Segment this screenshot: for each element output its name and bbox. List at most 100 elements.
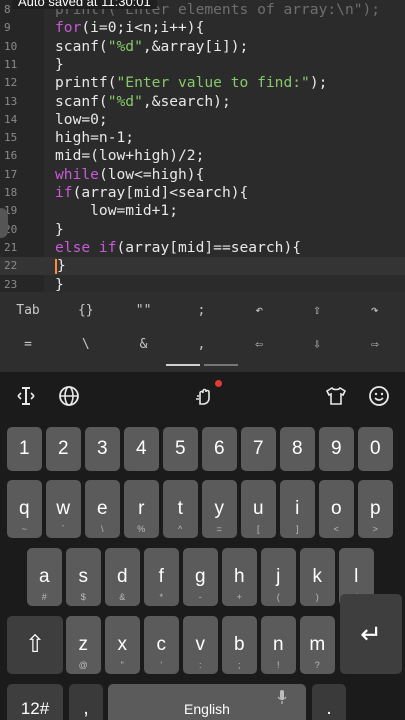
key-t[interactable]: t ^ <box>163 480 198 538</box>
code-line[interactable]: 16 mid=(low+high)/2; <box>0 147 405 165</box>
code-line[interactable]: 12 printf("Enter value to find:"); <box>0 74 405 92</box>
editor-scroll-handle[interactable] <box>0 208 8 238</box>
key-0[interactable]: 0 <box>358 427 393 471</box>
key-g[interactable]: g- <box>183 548 218 606</box>
code-token: (array[mid]<search){ <box>72 184 249 201</box>
symbol-key[interactable]: ⇨ <box>347 330 403 360</box>
key-label: 6 <box>213 438 225 459</box>
symbol-key[interactable]: ⇩ <box>289 330 345 360</box>
code-line[interactable]: 14 low=0; <box>0 111 405 129</box>
line-number: 15 <box>4 131 18 145</box>
key-f[interactable]: f * <box>144 548 179 606</box>
key-label: 0 <box>369 438 381 459</box>
key-x[interactable]: x " <box>105 616 140 674</box>
key-o[interactable]: o < <box>319 480 354 538</box>
code-editor[interactable]: 8 printf("Enter elements of array:\n"); 9 f… <box>0 0 405 292</box>
code-token: mid=(low+high)/2; <box>55 147 205 165</box>
key-label: 3 <box>96 438 108 459</box>
code-line[interactable]: 19 low=mid+1; <box>0 202 405 220</box>
symbol-key[interactable]: = <box>0 330 56 360</box>
code-line[interactable]: 18 if(array[mid]<search){ <box>0 184 405 202</box>
code-token: printf( <box>55 74 117 92</box>
code-token: scanf( <box>55 37 108 55</box>
key-alt-label: [ <box>256 524 260 534</box>
comma-key[interactable]: , <box>69 684 103 720</box>
key-v[interactable]: v: <box>183 616 218 674</box>
code-line[interactable]: 15 high=n-1; <box>0 129 405 147</box>
key-n[interactable]: n! <box>261 616 296 674</box>
code-line[interactable]: 21 else if(array[mid]==search){ <box>0 239 405 257</box>
key-c[interactable]: c ' <box>144 616 179 674</box>
autosave-status: Auto saved at 11:30:01 <box>12 0 157 9</box>
code-token: if <box>55 184 73 201</box>
key-label: r <box>138 498 145 519</box>
key-k[interactable]: k) <box>300 548 335 606</box>
key-label: 5 <box>174 438 186 459</box>
globe-icon[interactable] <box>54 382 84 410</box>
enter-key[interactable]: ↵ <box>340 594 402 674</box>
symbol-key[interactable]: {} <box>58 296 114 326</box>
code-text: } <box>55 257 66 275</box>
code-line[interactable]: 11} <box>0 56 405 74</box>
keyboard-toolbar <box>0 372 405 420</box>
key-4[interactable]: 4 <box>124 427 159 471</box>
code-line[interactable]: 10 scanf("%d",&array[i]); <box>0 38 405 56</box>
key-1[interactable]: 1 <box>7 427 42 471</box>
symbol-bar: Tab{} ""; ↶ ⇧ ↷ = \ &, ⇦ ⇩ ⇨ <box>0 292 405 372</box>
key-9[interactable]: 9 <box>319 427 354 471</box>
text-cursor-icon[interactable] <box>11 382 41 410</box>
code-text: } <box>55 56 64 74</box>
key-7[interactable]: 7 <box>241 427 276 471</box>
shift-key[interactable]: ⇧ <box>7 616 63 674</box>
symbol-key[interactable]: ↶ <box>231 296 287 326</box>
key-u[interactable]: u[ <box>241 480 276 538</box>
code-line[interactable]: 17 while(low<=high){ <box>0 166 405 184</box>
key-d[interactable]: d & <box>105 548 140 606</box>
key-j[interactable]: j( <box>261 548 296 606</box>
key-w[interactable]: w ` <box>46 480 81 538</box>
code-line[interactable]: 20} <box>0 221 405 239</box>
key-y[interactable]: y = <box>202 480 237 538</box>
key-r[interactable]: r% <box>124 480 159 538</box>
key-alt-label: ' <box>160 660 163 670</box>
symbol-key[interactable]: Tab <box>0 296 56 326</box>
symbol-key[interactable]: , <box>173 330 229 360</box>
code-line[interactable]: 9 for(i=0;i<n;i++){ <box>0 19 405 37</box>
key-p[interactable]: p > <box>358 480 393 538</box>
key-6[interactable]: 6 <box>202 427 237 471</box>
key-8[interactable]: 8 <box>280 427 315 471</box>
key-i[interactable]: i] <box>280 480 315 538</box>
key-m[interactable]: m? <box>300 616 335 674</box>
key-3[interactable]: 3 <box>85 427 120 471</box>
key-alt-label: ~ <box>21 524 27 534</box>
key-e[interactable]: e \ <box>85 480 120 538</box>
symbol-key[interactable]: ⇦ <box>231 330 287 360</box>
key-s[interactable]: s $ <box>66 548 101 606</box>
symbol-key[interactable]: ; <box>173 296 229 326</box>
symbol-key[interactable]: & <box>116 330 172 360</box>
key-2[interactable]: 2 <box>46 427 81 471</box>
symbol-key[interactable]: \ <box>58 330 114 360</box>
tshirt-icon[interactable] <box>321 382 351 410</box>
key-a[interactable]: a # <box>27 548 62 606</box>
symbols-switch-key[interactable]: 12# <box>7 684 63 720</box>
code-token: (i=0;i<n;i++){ <box>81 19 205 37</box>
key-z[interactable]: z @ <box>66 616 101 674</box>
period-key[interactable]: . <box>312 684 346 720</box>
voice-hand-icon[interactable] <box>189 382 219 410</box>
key-b[interactable]: b; <box>222 616 257 674</box>
emoji-icon[interactable] <box>364 382 394 410</box>
code-line[interactable]: 22} <box>0 257 405 276</box>
code-line[interactable]: 23} <box>0 276 405 293</box>
key-h[interactable]: h + <box>222 548 257 606</box>
symbol-key[interactable]: ⇧ <box>289 296 345 326</box>
code-line[interactable]: 13 scanf("%d",&search); <box>0 93 405 111</box>
key-5[interactable]: 5 <box>163 427 198 471</box>
symbol-key[interactable]: ↷ <box>347 296 403 326</box>
code-text: if(array[mid]<search){ <box>55 184 248 202</box>
code-token: "Enter value to find:" <box>116 74 310 92</box>
key-q[interactable]: q ~ <box>7 480 42 538</box>
key-alt-label: ( <box>276 592 280 602</box>
key-label: c <box>156 634 167 655</box>
symbol-key[interactable]: "" <box>116 296 172 326</box>
